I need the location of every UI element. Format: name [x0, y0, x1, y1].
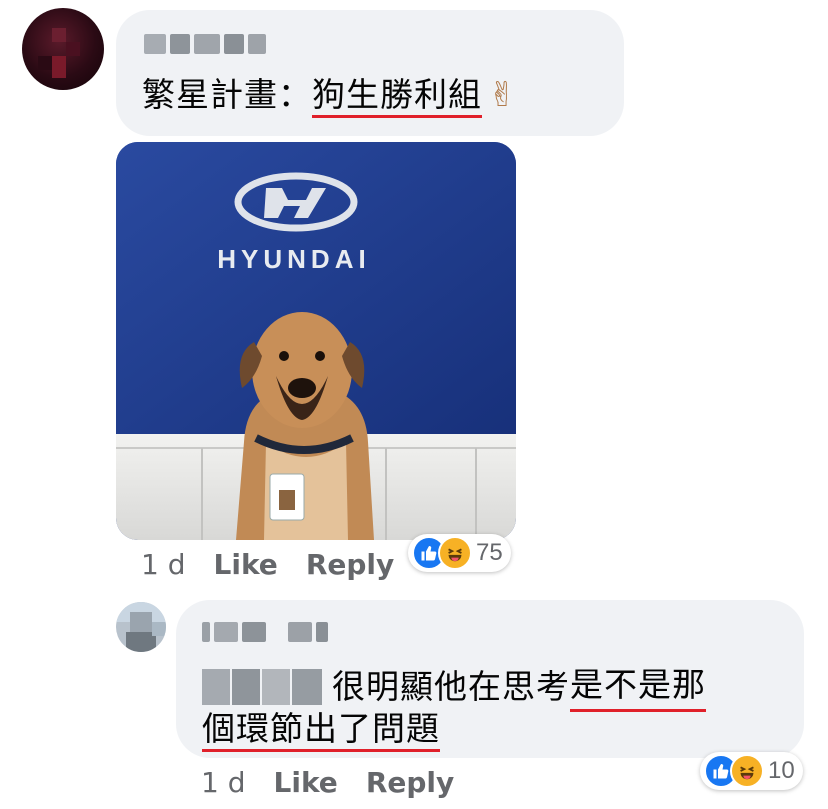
- avatar-pixelated-pattern: [116, 602, 166, 652]
- reply-link[interactable]: Reply: [306, 548, 394, 581]
- avatar-pixelated-pattern: [38, 28, 80, 78]
- comment-photo[interactable]: HYUNDAI: [116, 142, 516, 540]
- reply-meta-row: 1 d Like Reply: [201, 766, 454, 799]
- reply-bubble: ■■■ ■■ ■■■■ 很明顯他在思考是不是那 個環節出了問題: [176, 600, 804, 758]
- reaction-summary[interactable]: 10: [700, 752, 803, 790]
- victory-hand-emoji: ✌: [488, 75, 518, 115]
- hyundai-dog-illustration: HYUNDAI: [116, 142, 516, 540]
- reaction-count: 75: [476, 539, 503, 566]
- like-link[interactable]: Like: [214, 548, 278, 581]
- haha-icon: [730, 754, 764, 788]
- reply-text-underlined-2: 個環節出了問題: [202, 709, 440, 752]
- reply-text-plain: 很明顯他在思考: [332, 667, 570, 706]
- reply-text-underlined: 是不是那: [570, 662, 706, 712]
- replier-avatar[interactable]: [116, 602, 166, 652]
- comment-bubble: ■■■ 繁星計畫：狗生勝利組✌: [116, 10, 624, 136]
- comment-meta-row: 1 d Like Reply: [141, 548, 394, 581]
- reply-timestamp[interactable]: 1 d: [201, 766, 246, 799]
- comment-text: 繁星計畫：狗生勝利組 ✌: [142, 72, 518, 118]
- reply-text-line2: 個環節出了問題: [202, 706, 440, 752]
- comment-text-underlined: 狗生勝利組: [312, 75, 482, 118]
- brand-wordmark: HYUNDAI: [217, 244, 370, 274]
- commenter-avatar[interactable]: [22, 8, 104, 90]
- haha-icon: [438, 536, 472, 570]
- reply-link[interactable]: Reply: [366, 766, 454, 799]
- reaction-summary[interactable]: 75: [408, 534, 511, 572]
- like-link[interactable]: Like: [274, 766, 338, 799]
- commenter-name-blurred[interactable]: ■■■: [144, 34, 266, 54]
- replier-name-blurred[interactable]: ■■■ ■■: [202, 622, 328, 642]
- reply-text-line1: ■■■■ 很明顯他在思考是不是那: [202, 662, 706, 712]
- comment-timestamp[interactable]: 1 d: [141, 548, 186, 581]
- dog-figure: [236, 312, 374, 540]
- mention-tag-blurred[interactable]: ■■■■: [202, 669, 322, 705]
- comment-text-plain: 繁星計畫：: [142, 75, 312, 114]
- reaction-count: 10: [768, 757, 795, 784]
